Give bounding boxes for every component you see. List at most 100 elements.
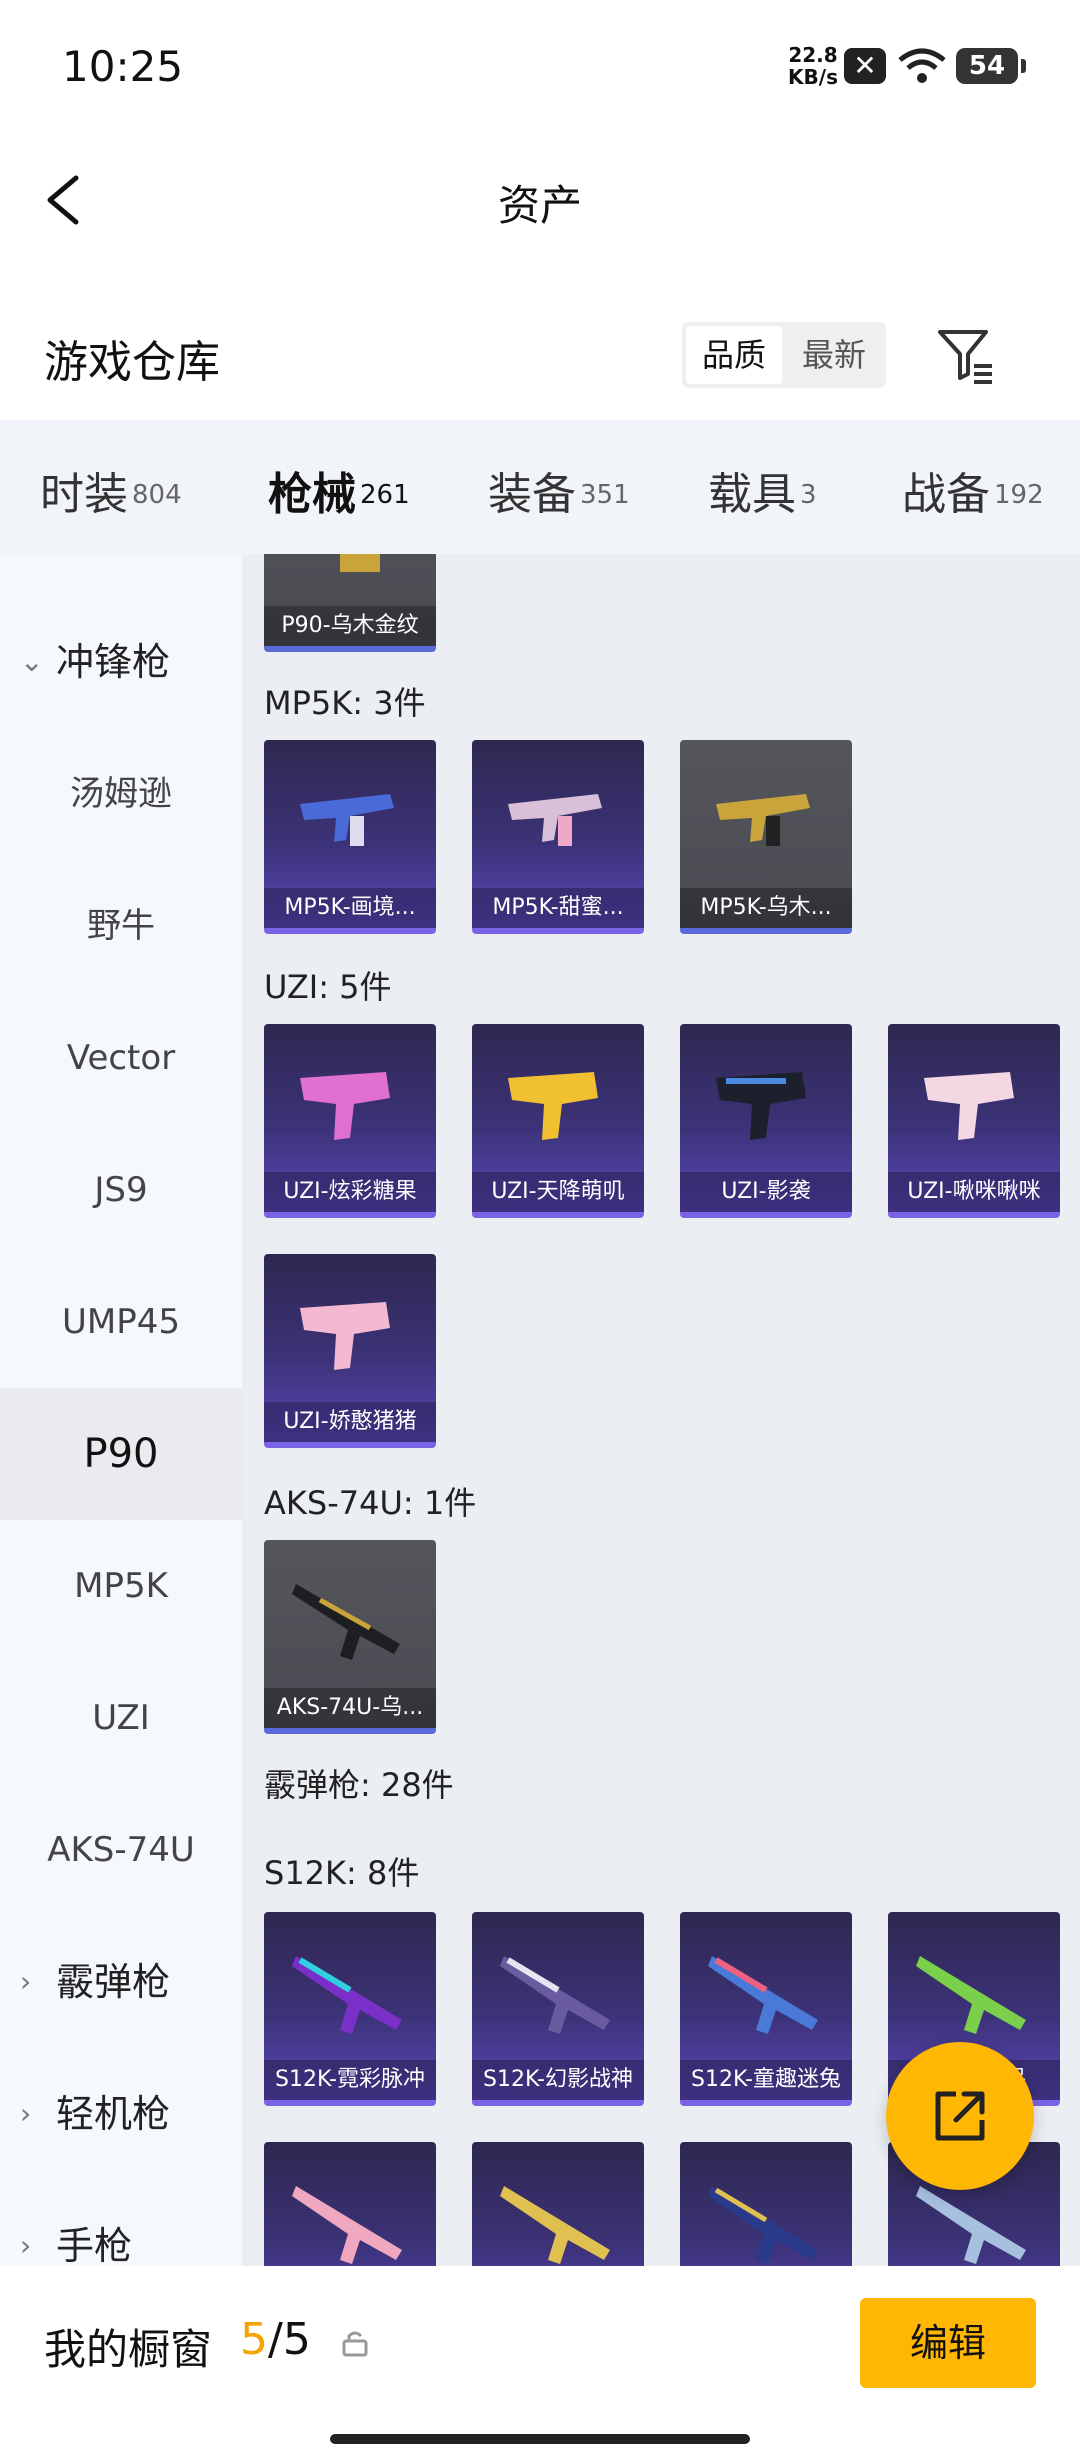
- smg-icon: [300, 794, 394, 846]
- weapon-grid: P90-乌木金纹 MP5K: 3件 MP5K-画境... MP5K-甜蜜... …: [242, 554, 1080, 2266]
- status-time: 10:25: [62, 42, 184, 91]
- weapon-card-label: S12K-童趣迷兔: [680, 2060, 852, 2100]
- tab-count: 3: [800, 479, 817, 510]
- smg-icon: [716, 794, 810, 846]
- external-link-icon: [935, 2091, 985, 2141]
- showcase-label: 我的橱窗: [44, 2325, 213, 2374]
- section-header-aks74u: AKS-74U: 1件: [264, 1484, 477, 1522]
- section-header-uzi: UZI: 5件: [264, 968, 392, 1006]
- tab-label: 枪械: [268, 469, 356, 520]
- tab-count: 804: [132, 479, 182, 510]
- weapon-card-label: UZI-影袭: [680, 1172, 852, 1212]
- sidebar-group-label: 霰弹枪: [56, 1960, 171, 2004]
- section-header-shotgun: 霰弹枪: 28件: [264, 1766, 454, 1804]
- tab-label: 战备: [902, 469, 990, 520]
- weapon-card-label: UZI-炫彩糖果: [264, 1172, 436, 1212]
- edit-button[interactable]: 编辑: [860, 2298, 1036, 2388]
- shotgun-icon: [500, 1956, 610, 2034]
- sort-quality-button[interactable]: 品质: [686, 326, 782, 384]
- weapon-card-label: MP5K-甜蜜...: [472, 888, 644, 928]
- weapon-card[interactable]: MP5K-画境...: [264, 740, 436, 934]
- weapon-card[interactable]: [680, 2142, 852, 2266]
- sidebar-group-lmg[interactable]: › 轻机枪: [0, 2048, 242, 2180]
- rifle-icon: [292, 1584, 400, 1660]
- smg-icon: [716, 1072, 806, 1140]
- weapon-card-label: UZI-天降萌叽: [472, 1172, 644, 1212]
- sidebar-group-pistol[interactable]: › 手枪: [0, 2180, 242, 2266]
- tab-label: 时装: [40, 469, 128, 520]
- weapon-card[interactable]: UZI-啾咪啾咪: [888, 1024, 1060, 1218]
- smg-icon: [340, 554, 380, 572]
- showcase-count-total: /5: [268, 2314, 311, 2365]
- shotgun-icon: [500, 2186, 610, 2264]
- weapon-card-label: S12K-幻影战神: [472, 2060, 644, 2100]
- sidebar-item-ump45[interactable]: UMP45: [0, 1256, 242, 1388]
- weapon-card[interactable]: S12K-童趣迷兔: [680, 1912, 852, 2106]
- showcase-count-current: 5: [240, 2314, 268, 2365]
- tab-combat-gear[interactable]: 战备 192: [902, 458, 1044, 520]
- shotgun-icon: [708, 2186, 818, 2264]
- sidebar-item-bizon[interactable]: 野牛: [0, 860, 242, 992]
- sidebar-group-shotgun[interactable]: › 霰弹枪: [0, 1916, 242, 2048]
- tab-label: 装备: [488, 469, 576, 520]
- showcase-count: 5/5: [240, 2314, 311, 2365]
- weapon-card[interactable]: AKS-74U-乌...: [264, 1540, 436, 1734]
- sidebar-item-thompson[interactable]: 汤姆逊: [0, 728, 242, 860]
- weapon-card[interactable]: UZI-影袭: [680, 1024, 852, 1218]
- sidebar-item-vector[interactable]: Vector: [0, 992, 242, 1124]
- sidebar-item-aks74u[interactable]: AKS-74U: [0, 1784, 242, 1916]
- share-fab-button[interactable]: [886, 2042, 1034, 2190]
- smg-icon: [300, 1072, 390, 1140]
- weapon-card-label: MP5K-画境...: [264, 888, 436, 928]
- tab-count: 351: [580, 479, 630, 510]
- weapon-card[interactable]: P90-乌木金纹: [264, 554, 436, 652]
- weapon-card[interactable]: UZI-天降萌叽: [472, 1024, 644, 1218]
- tab-count: 261: [360, 479, 410, 510]
- showcase-bar: 我的橱窗 5/5 编辑: [0, 2266, 1080, 2460]
- weapon-card[interactable]: S12K-幻影战神: [472, 1912, 644, 2106]
- smg-icon: [508, 794, 602, 846]
- weapon-card[interactable]: [472, 2142, 644, 2266]
- tab-fashion[interactable]: 时装 804: [40, 458, 182, 520]
- weapon-card[interactable]: MP5K-甜蜜...: [472, 740, 644, 934]
- weapon-card[interactable]: UZI-娇憨猪猪: [264, 1254, 436, 1448]
- sidebar-item-uzi[interactable]: UZI: [0, 1652, 242, 1784]
- weapon-card[interactable]: [264, 2142, 436, 2266]
- chevron-down-icon: ⌄: [20, 645, 44, 678]
- section-header-mp5k: MP5K: 3件: [264, 684, 426, 722]
- tab-label: 载具: [708, 469, 796, 520]
- tab-count: 192: [994, 479, 1044, 510]
- tab-firearms[interactable]: 枪械 261: [268, 458, 410, 566]
- wifi-icon: [898, 48, 946, 83]
- weapon-card-label: P90-乌木金纹: [264, 606, 436, 646]
- section-header-s12k: S12K: 8件: [264, 1854, 420, 1892]
- smg-icon: [508, 1072, 598, 1140]
- shotgun-icon: [708, 1956, 818, 2034]
- chevron-right-icon: ›: [20, 2097, 32, 2130]
- sidebar-group-label: 手枪: [56, 2224, 133, 2266]
- battery-icon: 54: [956, 48, 1026, 84]
- weapon-card[interactable]: S12K-霓彩脉冲: [264, 1912, 436, 2106]
- warehouse-title: 游戏仓库: [44, 337, 220, 388]
- smg-icon: [300, 1302, 390, 1370]
- lock-icon: [342, 2331, 368, 2357]
- sidebar-group-label: 轻机枪: [56, 2092, 171, 2136]
- page-title: 资产: [497, 181, 582, 230]
- sidebar-item-p90[interactable]: P90: [0, 1388, 242, 1520]
- network-speed-value: 22.8: [788, 43, 838, 67]
- filter-icon[interactable]: [934, 324, 996, 386]
- sidebar-group-smg[interactable]: ⌄ 冲锋枪: [0, 596, 242, 728]
- shotgun-icon: [292, 2186, 402, 2264]
- home-indicator: [330, 2434, 750, 2444]
- weapon-category-sidebar: ⌄ 冲锋枪 汤姆逊 野牛 Vector JS9 UMP45 P90 MP5K UZ…: [0, 554, 242, 2266]
- weapon-card-label: S12K-霓彩脉冲: [264, 2060, 436, 2100]
- sidebar-item-mp5k[interactable]: MP5K: [0, 1520, 242, 1652]
- weapon-card[interactable]: UZI-炫彩糖果: [264, 1024, 436, 1218]
- sort-latest-button[interactable]: 最新: [786, 326, 882, 384]
- weapon-card[interactable]: MP5K-乌木...: [680, 740, 852, 934]
- tab-equipment[interactable]: 装备 351: [488, 458, 630, 520]
- weapon-card-label: UZI-娇憨猪猪: [264, 1402, 436, 1442]
- tab-vehicles[interactable]: 载具 3: [708, 458, 817, 520]
- status-bar: 10:25 22.8 KB/s ✕ 54: [0, 0, 1080, 130]
- sidebar-item-js9[interactable]: JS9: [0, 1124, 242, 1256]
